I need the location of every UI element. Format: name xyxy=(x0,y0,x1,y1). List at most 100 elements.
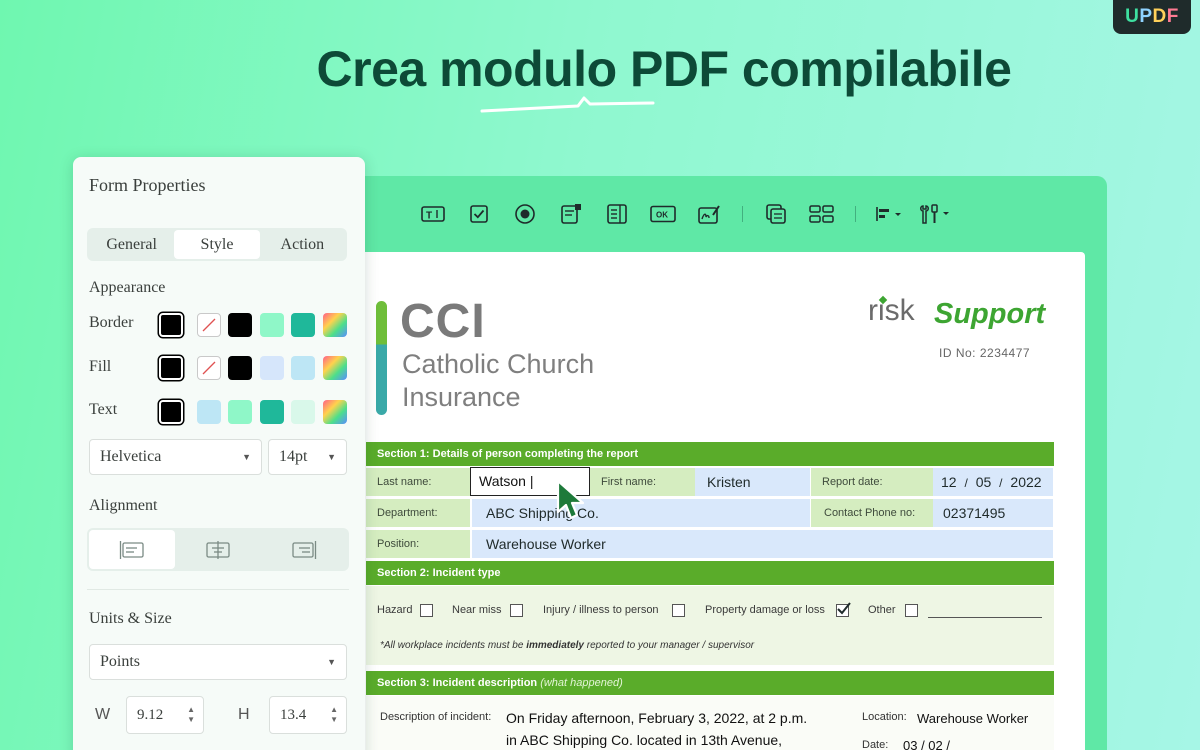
description-text[interactable]: On Friday afternoon, February 3, 2022, a… xyxy=(506,710,807,726)
panel-title: Form Properties xyxy=(89,175,206,195)
border-color-mint[interactable] xyxy=(260,313,284,337)
units-size-heading: Units & Size xyxy=(89,610,172,627)
border-color-none[interactable] xyxy=(197,313,221,337)
align-right-icon xyxy=(292,540,317,559)
incident-date-field[interactable]: 03 / 02 / xyxy=(903,738,950,750)
height-input[interactable]: 13.4 ▲ ▼ xyxy=(269,696,347,734)
signature-icon[interactable] xyxy=(686,196,732,232)
properties-tabs: General Style Action xyxy=(87,228,347,261)
department-field[interactable]: ABC Shipping Co. xyxy=(472,499,810,527)
align-icon[interactable] xyxy=(866,196,912,232)
border-color-black[interactable] xyxy=(228,313,252,337)
other-checkbox[interactable] xyxy=(905,604,918,617)
font-size-dropdown[interactable]: 14pt ▼ xyxy=(268,439,347,475)
first-name-field[interactable]: Kristen xyxy=(695,468,810,496)
cci-logo-abbr: CCI xyxy=(400,295,486,348)
position-label: Position: xyxy=(366,530,470,558)
stepper-icon[interactable]: ▲ ▼ xyxy=(330,705,338,725)
text-color-mint[interactable] xyxy=(228,400,252,424)
checkbox-icon[interactable] xyxy=(456,196,502,232)
text-color-selected[interactable] xyxy=(159,400,183,424)
alignment-group xyxy=(87,528,349,571)
combo-box-icon[interactable] xyxy=(548,196,594,232)
grid-icon[interactable] xyxy=(799,196,845,232)
chevron-down-icon: ▼ xyxy=(327,657,336,667)
report-date-field[interactable]: 12 / 05 / 2022 xyxy=(933,468,1053,496)
width-label: W xyxy=(95,706,111,723)
text-color-teal[interactable] xyxy=(260,400,284,424)
incident-option-label: Other xyxy=(868,604,896,616)
location-field[interactable]: Warehouse Worker xyxy=(917,711,1028,726)
property-damage-checkbox[interactable] xyxy=(836,602,851,617)
stepper-icon[interactable]: ▲ ▼ xyxy=(187,705,195,725)
position-field[interactable]: Warehouse Worker xyxy=(472,530,1053,558)
fill-color-picker[interactable] xyxy=(323,356,347,380)
section-3-header: Section 3: Incident description (what ha… xyxy=(366,671,1054,695)
duplicate-icon[interactable] xyxy=(753,196,799,232)
incident-option-label: Property damage or loss xyxy=(705,604,825,616)
form-properties-panel: Form Properties General Style Action App… xyxy=(73,157,365,750)
text-color-picker[interactable] xyxy=(323,400,347,424)
appearance-heading: Appearance xyxy=(89,279,166,296)
chevron-down-icon: ▼ xyxy=(327,452,336,462)
units-dropdown[interactable]: Points ▼ xyxy=(89,644,347,680)
cci-logo-bar xyxy=(376,301,387,415)
fill-color-skyblue[interactable] xyxy=(291,356,315,380)
phone-field[interactable]: 02371495 xyxy=(933,499,1053,527)
fill-label: Fill xyxy=(89,358,112,375)
text-color-skyblue[interactable] xyxy=(197,400,221,424)
chevron-down-icon: ▼ xyxy=(242,452,251,462)
text-color-palemint[interactable] xyxy=(291,400,315,424)
border-color-picker[interactable] xyxy=(323,313,347,337)
other-text-line[interactable] xyxy=(928,617,1042,618)
height-label: H xyxy=(238,706,250,723)
phone-label: Contact Phone no: xyxy=(811,499,933,527)
width-input[interactable]: 9.12 ▲ ▼ xyxy=(126,696,204,734)
section-1-header: Section 1: Details of person completing … xyxy=(366,442,1054,466)
section-2-header: Section 2: Incident type xyxy=(366,561,1054,585)
tab-general[interactable]: General xyxy=(89,230,174,259)
cci-logo-name: Insurance xyxy=(402,382,521,412)
report-date-label: Report date: xyxy=(811,468,933,496)
border-color-teal[interactable] xyxy=(291,313,315,337)
underline-squiggle xyxy=(480,96,655,113)
cci-logo-name: Catholic Church xyxy=(402,349,595,379)
description-label: Description of incident: xyxy=(380,711,492,723)
tab-action[interactable]: Action xyxy=(260,230,345,259)
incident-date-label: Date: xyxy=(862,739,889,750)
text-field-icon[interactable]: T xyxy=(410,196,456,232)
incident-option-label: Near miss xyxy=(452,604,502,616)
text-label: Text xyxy=(89,401,118,418)
list-box-icon[interactable] xyxy=(594,196,640,232)
fill-color-none[interactable] xyxy=(197,356,221,380)
button-icon[interactable]: OK xyxy=(640,196,686,232)
radio-button-icon[interactable] xyxy=(502,196,548,232)
tools-icon[interactable] xyxy=(912,196,958,232)
tab-style[interactable]: Style xyxy=(174,230,260,259)
panel-divider xyxy=(87,589,349,590)
hazard-checkbox[interactable] xyxy=(420,604,433,617)
toolbar-separator xyxy=(855,206,856,222)
fill-color-lightblue[interactable] xyxy=(260,356,284,380)
align-left-icon xyxy=(119,540,144,559)
toolbar-separator xyxy=(742,206,743,222)
font-dropdown[interactable]: Helvetica ▼ xyxy=(89,439,262,475)
department-label: Department: xyxy=(366,499,470,527)
description-text[interactable]: in ABC Shipping Co. located in 13th Aven… xyxy=(506,732,782,748)
align-left-button[interactable] xyxy=(89,530,175,569)
mouse-cursor-icon xyxy=(556,479,585,520)
injury-checkbox[interactable] xyxy=(672,604,685,617)
border-label: Border xyxy=(89,314,134,331)
risk-logo-dot-icon xyxy=(878,295,888,305)
align-center-button[interactable] xyxy=(175,530,261,569)
headline: Crea modulo PDF compilabile xyxy=(316,41,1012,97)
border-color-selected[interactable] xyxy=(159,313,183,337)
fill-color-selected[interactable] xyxy=(159,356,183,380)
near-miss-checkbox[interactable] xyxy=(510,604,523,617)
no-color-icon xyxy=(202,361,216,375)
align-right-button[interactable] xyxy=(261,530,347,569)
support-logo-text: Support xyxy=(934,298,1046,330)
fill-color-black[interactable] xyxy=(228,356,252,380)
alignment-heading: Alignment xyxy=(89,497,158,514)
first-name-label: First name: xyxy=(590,468,695,496)
